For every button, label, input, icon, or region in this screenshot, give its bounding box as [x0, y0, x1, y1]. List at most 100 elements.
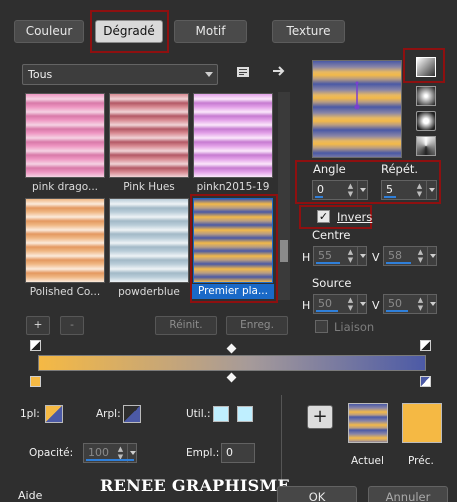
- spinner-arrows[interactable]: ▲ ▼: [416, 296, 425, 312]
- source-h-label: H: [302, 299, 311, 312]
- gradient-thumb-pink-hues[interactable]: [109, 93, 189, 178]
- tab-couleur[interactable]: Couleur: [14, 20, 84, 43]
- angle-input[interactable]: 0 ▲ ▼: [312, 180, 368, 200]
- opacity-slider: [86, 459, 134, 461]
- link-label: Liaison: [334, 320, 375, 334]
- invert-checkbox[interactable]: ✓: [317, 210, 330, 223]
- source-v-dropdown[interactable]: [427, 295, 437, 313]
- divider: [281, 395, 282, 480]
- end-color-stop[interactable]: [420, 376, 431, 387]
- gradient-thumb-pinkn2015[interactable]: [193, 93, 273, 178]
- user-color-swatch-2[interactable]: [237, 406, 253, 422]
- foreground-swatch[interactable]: [45, 405, 63, 423]
- spinner-arrows[interactable]: ▲ ▼: [416, 248, 425, 264]
- source-v-input[interactable]: 50 ▲ ▼: [383, 294, 437, 314]
- user-color-swatch[interactable]: [213, 406, 229, 422]
- gradient-thumb-premier-plan[interactable]: [193, 198, 273, 283]
- spinner-arrows[interactable]: ▲ ▼: [346, 248, 355, 264]
- opacity-value: 100: [88, 446, 109, 459]
- user-color-label: Util.:: [186, 408, 211, 420]
- previous-color-swatch[interactable]: [402, 403, 442, 443]
- center-v-slider: [386, 262, 411, 264]
- gradient-name: Pink Hues: [123, 181, 175, 193]
- angle-dropdown[interactable]: [357, 181, 367, 199]
- add-gradient-button[interactable]: +: [26, 316, 50, 335]
- center-h-input[interactable]: 55 ▲ ▼: [313, 246, 367, 266]
- gradient-name-selected: Premier pla...: [192, 284, 274, 299]
- chevron-down-icon: [205, 72, 213, 77]
- background-swatch[interactable]: [123, 405, 141, 423]
- gradient-name: powderblue: [118, 286, 180, 298]
- source-h-slider: [316, 310, 338, 312]
- repeat-slider: [384, 196, 396, 198]
- gradient-thumb-powderblue[interactable]: [109, 198, 189, 283]
- source-v-slider: [386, 310, 408, 312]
- gradient-preview[interactable]: [312, 60, 402, 158]
- add-color-button[interactable]: +: [307, 405, 333, 429]
- source-h-dropdown[interactable]: [357, 295, 367, 313]
- radial-style-icon[interactable]: [416, 136, 436, 156]
- repeat-value: 5: [386, 183, 393, 196]
- gradient-list-scrollbar[interactable]: [278, 92, 290, 300]
- rectangular-style-icon[interactable]: [416, 86, 436, 106]
- angle-label: Angle: [313, 162, 346, 176]
- reset-button[interactable]: Réinit.: [155, 316, 217, 335]
- center-h-label: H: [302, 251, 311, 264]
- source-v-label: V: [372, 299, 380, 312]
- spinner-arrows[interactable]: ▲ ▼: [415, 182, 424, 198]
- gradient-thumb-pink-dragon[interactable]: [25, 93, 105, 178]
- previous-label: Préc.: [408, 455, 434, 467]
- source-v-value: 50: [388, 297, 402, 310]
- current-label: Actuel: [351, 455, 384, 467]
- tab-texture[interactable]: Texture: [272, 20, 345, 43]
- invert-label: Invers: [337, 210, 373, 224]
- tab-motif[interactable]: Motif: [174, 20, 247, 43]
- gradient-name: Polished Co...: [29, 286, 101, 298]
- midpoint-top-marker[interactable]: [226, 343, 237, 354]
- location-label: Empl.:: [186, 447, 220, 459]
- sunburst-style-icon[interactable]: [416, 111, 436, 131]
- category-dropdown[interactable]: Tous: [22, 64, 218, 85]
- spinner-arrows[interactable]: ▲ ▼: [346, 296, 355, 312]
- cancel-button[interactable]: Annuler: [368, 486, 448, 502]
- tab-degrade[interactable]: Dégradé: [95, 20, 163, 43]
- center-label: Centre: [312, 228, 351, 242]
- location-input[interactable]: 0: [221, 443, 255, 463]
- source-label: Source: [312, 276, 352, 290]
- repeat-label: Répét.: [381, 162, 419, 176]
- foreground-label: 1pl:: [20, 408, 40, 420]
- link-checkbox[interactable]: [315, 320, 328, 333]
- watermark-text: RENEE GRAPHISME: [100, 476, 291, 495]
- gradient-list-menu-icon[interactable]: [236, 65, 250, 79]
- top-right-stop-icon[interactable]: [420, 340, 431, 351]
- gradient-name: pinkn2015-19: [196, 181, 270, 193]
- gradient-editor-bar[interactable]: [38, 355, 426, 371]
- linear-style-icon[interactable]: [416, 57, 436, 77]
- remove-gradient-button[interactable]: -: [60, 316, 84, 335]
- top-left-stop-icon[interactable]: [30, 340, 41, 351]
- center-h-dropdown[interactable]: [357, 247, 367, 265]
- midpoint-marker[interactable]: [226, 372, 237, 383]
- angle-value: 0: [317, 183, 324, 196]
- opacity-input[interactable]: 100 ▲ ▼: [83, 443, 137, 463]
- source-h-input[interactable]: 50 ▲ ▼: [313, 294, 367, 314]
- repeat-input[interactable]: 5 ▲ ▼: [381, 180, 437, 200]
- angle-slider: [315, 196, 323, 198]
- ok-button[interactable]: OK: [277, 486, 357, 502]
- gradient-thumb-polished-copper[interactable]: [25, 198, 105, 283]
- center-v-input[interactable]: 58 ▲ ▼: [383, 246, 437, 266]
- help-link[interactable]: Aide: [18, 489, 42, 502]
- save-gradient-button[interactable]: Enreg.: [226, 316, 288, 335]
- scrollbar-thumb[interactable]: [280, 240, 288, 262]
- spinner-arrows[interactable]: ▲ ▼: [346, 182, 355, 198]
- start-color-stop[interactable]: [30, 376, 41, 387]
- repeat-dropdown[interactable]: [426, 181, 436, 199]
- current-gradient-swatch[interactable]: [348, 403, 388, 443]
- arrow-right-icon[interactable]: [272, 64, 286, 78]
- center-h-slider: [316, 262, 340, 264]
- opacity-label: Opacité:: [29, 447, 74, 459]
- category-dropdown-value: Tous: [28, 68, 53, 81]
- center-v-value: 58: [388, 249, 402, 262]
- center-h-value: 55: [318, 249, 332, 262]
- center-v-dropdown[interactable]: [427, 247, 437, 265]
